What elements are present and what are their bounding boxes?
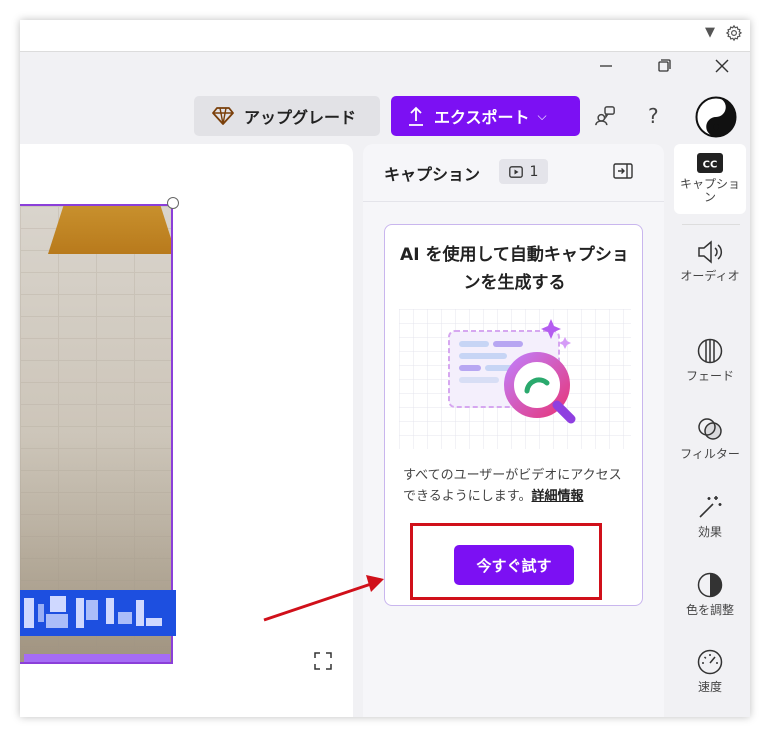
rail-label-color: 色を調整	[685, 603, 734, 617]
rail-item-color[interactable]: 色を調整	[674, 572, 746, 642]
rail-label-filter: フィルター	[680, 447, 740, 461]
browser-toolbar: ▼	[20, 20, 750, 52]
fullscreen-icon[interactable]	[314, 652, 332, 670]
chevron-down-icon: ⌵	[537, 108, 547, 123]
rail-label-effects: 効果	[697, 525, 722, 539]
export-label: エクスポート	[434, 108, 530, 127]
gear-icon[interactable]	[725, 24, 743, 42]
speaker-icon	[698, 240, 723, 264]
promo-description: すべてのユーザーがビデオにアクセスできるようにします。詳細情報	[403, 465, 628, 507]
clip-count-badge: 1	[499, 159, 548, 184]
captions-panel: キャプション 1 AI を使用して自動キャプションを生成する すべてのユーザーが…	[363, 144, 664, 717]
video-clip-icon	[508, 165, 523, 178]
tool-rail: CC キャプション オーディオ フェード フィルター 効果 色を調整 速度	[674, 144, 750, 717]
resize-handle[interactable]	[167, 197, 179, 209]
highlight-box	[410, 523, 602, 600]
collaborate-icon[interactable]	[594, 105, 616, 127]
filter-icon	[698, 418, 722, 440]
rail-item-fade[interactable]: フェード	[674, 338, 746, 408]
caption-overlay[interactable]	[20, 590, 176, 636]
promo-body: すべてのユーザーがビデオにアクセスできるようにします。	[403, 468, 622, 504]
magic-wand-icon	[699, 496, 722, 518]
upgrade-button[interactable]: アップグレード	[194, 96, 380, 136]
svg-text:CC: CC	[703, 160, 718, 171]
rail-item-captions[interactable]: CC キャプション	[674, 144, 746, 214]
learn-more-link[interactable]: 詳細情報	[531, 489, 583, 504]
lamp-shape	[48, 206, 171, 254]
caption-underline	[24, 654, 170, 662]
avatar[interactable]	[695, 96, 737, 138]
upgrade-label: アップグレード	[244, 108, 357, 127]
minimize-icon[interactable]	[592, 56, 620, 76]
caption-illustration	[399, 309, 631, 449]
rail-label-speed: 速度	[697, 680, 722, 694]
editor-topbar: アップグレード エクスポート ⌵ ?	[20, 82, 750, 144]
annotation-arrow-icon	[263, 575, 384, 622]
rail-item-filter[interactable]: フィルター	[674, 416, 746, 486]
video-preview[interactable]	[20, 144, 353, 717]
export-button[interactable]: エクスポート ⌵	[391, 96, 580, 136]
contrast-icon	[697, 572, 723, 598]
speedometer-icon	[697, 649, 723, 675]
cc-icon: CC	[697, 153, 723, 173]
diamond-icon	[212, 107, 234, 125]
fade-icon	[697, 338, 723, 364]
rail-item-speed[interactable]: 速度	[674, 649, 746, 717]
panel-header: キャプション 1	[363, 144, 664, 202]
collapse-panel-icon[interactable]	[613, 162, 633, 180]
restore-icon[interactable]	[650, 56, 678, 76]
close-icon[interactable]	[708, 56, 736, 76]
rail-label-fade: フェード	[685, 369, 734, 383]
rail-item-audio[interactable]: オーディオ	[674, 240, 746, 310]
upload-icon	[409, 106, 423, 126]
title-bar	[20, 52, 750, 82]
rail-label-audio: オーディオ	[680, 269, 740, 283]
triangle-down-icon[interactable]: ▼	[705, 25, 715, 40]
clip-count: 1	[529, 163, 539, 180]
promo-title: AI を使用して自動キャプションを生成する	[400, 245, 629, 293]
rail-label-captions: キャプション	[679, 177, 740, 204]
panel-title: キャプション	[384, 165, 481, 184]
rail-item-effects[interactable]: 効果	[674, 494, 746, 564]
help-icon[interactable]: ?	[648, 104, 659, 128]
